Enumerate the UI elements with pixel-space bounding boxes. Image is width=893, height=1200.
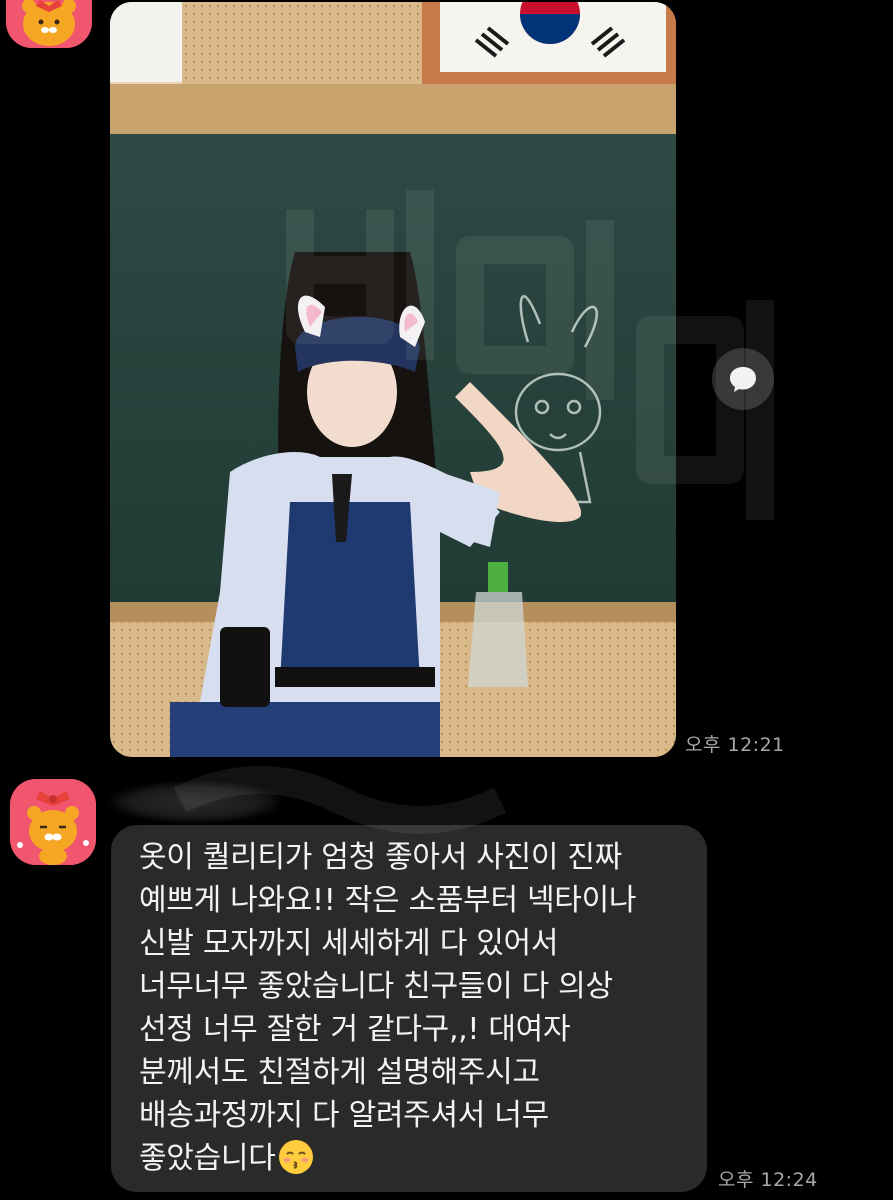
message-line-last: 좋았습니다 bbox=[139, 1137, 687, 1180]
message-line-text: 좋았습니다 bbox=[139, 1141, 276, 1176]
message-timestamp: 오후 12:21 bbox=[685, 734, 785, 756]
avatar[interactable] bbox=[10, 779, 96, 865]
message-line: 신발 모자까지 세세하게 다 있어서 bbox=[139, 926, 559, 961]
message-line: 배송과정까지 다 알려주셔서 너무 bbox=[139, 1098, 549, 1133]
ryan-avatar-icon bbox=[6, 0, 92, 48]
text-message[interactable]: 옷이 퀄리티가 엄청 좋아서 사진이 진짜 예쁘게 나와요!! 작은 소품부터 … bbox=[111, 825, 707, 1192]
message-line: 선정 너무 잘한 거 같다구,,! 대여자 bbox=[139, 1012, 571, 1047]
message-line: 분께서도 친절하게 설명해주시고 bbox=[139, 1055, 540, 1090]
photo-message[interactable] bbox=[110, 2, 676, 757]
kissing-face-icon bbox=[278, 1140, 313, 1174]
costume-photo bbox=[110, 2, 676, 757]
message-line: 너무너무 좋았습니다 친구들이 다 의상 bbox=[139, 969, 613, 1004]
share-button[interactable] bbox=[712, 348, 774, 410]
speech-bubble-icon bbox=[730, 367, 756, 392]
message-line: 옷이 퀄리티가 엄청 좋아서 사진이 진짜 bbox=[139, 840, 622, 875]
sender-name bbox=[110, 782, 280, 822]
message-line: 예쁘게 나와요!! 작은 소품부터 넥타이나 bbox=[139, 883, 637, 918]
ryan-avatar-icon bbox=[10, 779, 96, 865]
avatar[interactable] bbox=[6, 0, 92, 48]
message-timestamp: 오후 12:24 bbox=[718, 1169, 818, 1191]
